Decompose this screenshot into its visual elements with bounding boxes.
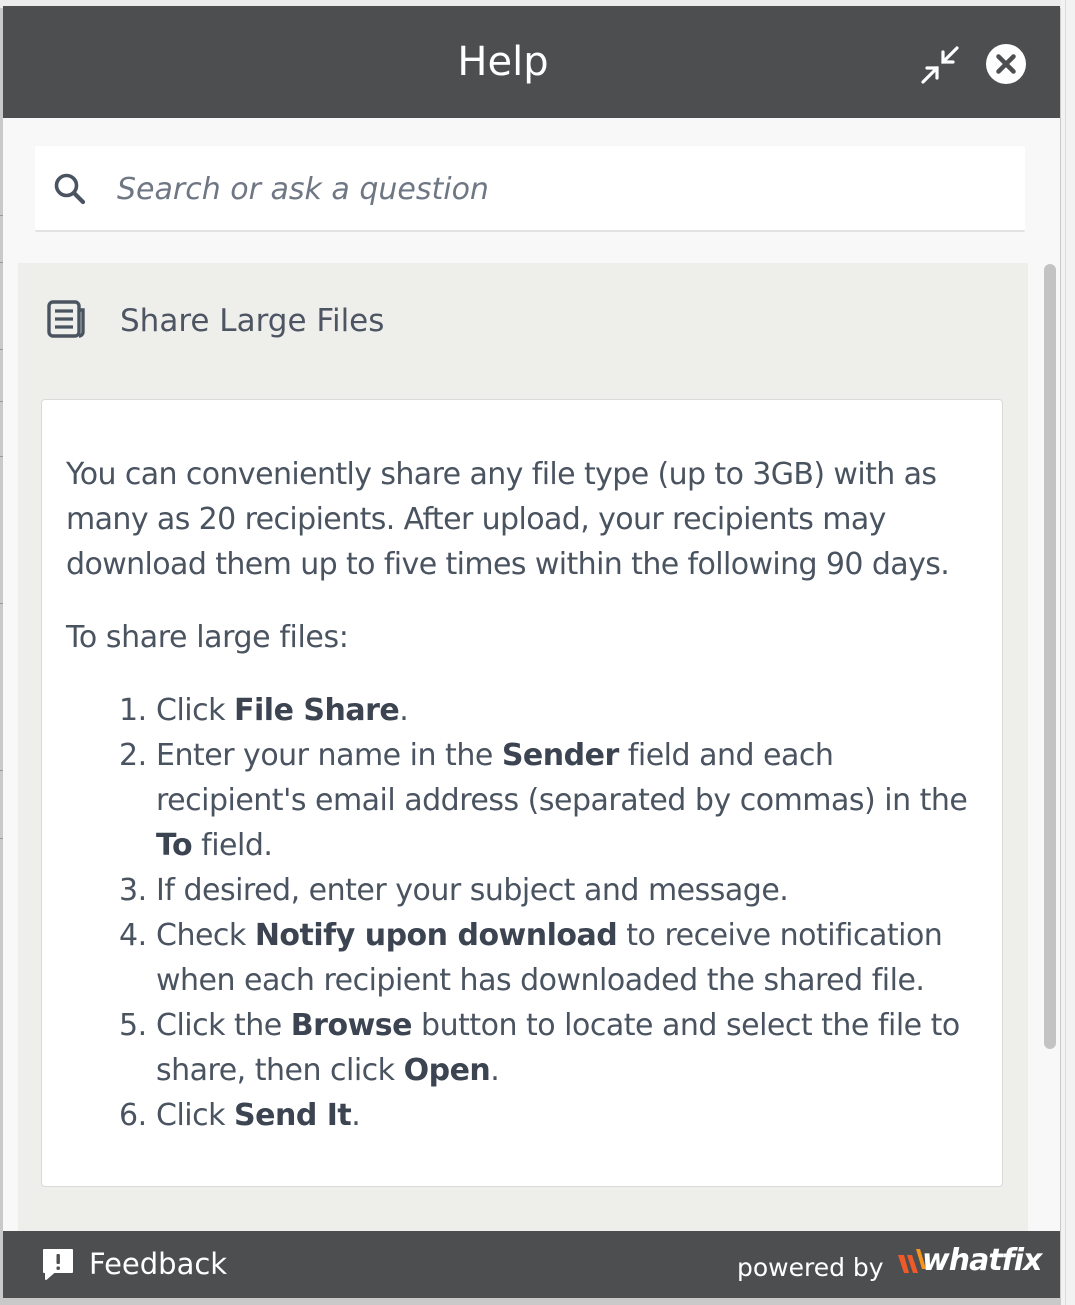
step-text: field. — [192, 828, 273, 863]
background-page-right-edge — [1061, 0, 1075, 1305]
scrollbar-thumb[interactable] — [1044, 264, 1056, 1049]
step-item: 2. Enter your name in the Sender field an… — [66, 733, 976, 868]
search-box — [35, 146, 1025, 232]
step-text: . — [351, 1098, 361, 1133]
step-item: 3. If desired, enter your subject and mes… — [66, 868, 976, 913]
feedback-label: Feedback — [89, 1247, 228, 1281]
step-text: If desired, enter your subject and messa… — [156, 873, 789, 908]
article-icon — [47, 300, 85, 338]
step-text: Click — [156, 693, 235, 728]
step-text: Enter your name in the — [156, 738, 502, 773]
step-item: 6. Click Send It. — [66, 1093, 976, 1138]
minimize-button[interactable] — [919, 44, 961, 86]
step-number: 5. — [119, 1008, 147, 1043]
step-item: 4. Check Notify upon download to receive … — [66, 913, 976, 1003]
step-emphasis: Send It — [234, 1098, 352, 1133]
article-body: You can conveniently share any file type… — [66, 452, 976, 1138]
step-emphasis: File Share — [234, 693, 400, 728]
article-heading[interactable]: Share Large Files — [46, 299, 946, 343]
article-card: You can conveniently share any file type… — [41, 399, 1003, 1187]
whatfix-wordmark: whatfix — [922, 1243, 1042, 1278]
step-number: 6. — [119, 1098, 147, 1133]
article-intro: You can conveniently share any file type… — [66, 457, 950, 582]
step-emphasis: Notify upon download — [254, 918, 618, 953]
step-text: . — [490, 1053, 500, 1088]
step-emphasis: Sender — [501, 738, 619, 773]
minimize-arrows-icon — [921, 46, 959, 84]
help-content: Share Large Files You can conveniently s… — [18, 263, 1028, 1231]
close-circle-icon — [986, 44, 1026, 84]
search-icon — [54, 173, 86, 205]
close-button[interactable] — [985, 43, 1027, 85]
step-text: Check — [156, 918, 255, 953]
step-item: 1. Click File Share. — [66, 688, 976, 733]
step-text: Click the — [156, 1008, 291, 1043]
step-emphasis: To — [156, 828, 193, 863]
help-footer: Feedback powered by whatfix — [3, 1231, 1060, 1298]
help-widget: Help Search or ask a question Share Larg… — [3, 6, 1060, 1298]
step-number: 4. — [119, 918, 147, 953]
step-emphasis: Open — [403, 1053, 491, 1088]
step-text: . — [399, 693, 409, 728]
steps-list: 1. Click File Share. 2. Enter your name in … — [66, 688, 976, 1138]
article-lead-in: To share large files: — [66, 620, 349, 655]
step-text: Click — [156, 1098, 235, 1133]
feedback-icon — [43, 1249, 73, 1280]
search-input[interactable] — [115, 164, 999, 214]
step-emphasis: Browse — [290, 1008, 413, 1043]
step-number: 2. — [119, 738, 147, 773]
whatfix-logo[interactable]: whatfix — [896, 1243, 1042, 1285]
help-header: Help — [3, 6, 1060, 118]
step-item: 5. Click the Browse button to locate and … — [66, 1003, 976, 1093]
step-number: 1. — [119, 693, 147, 728]
help-title: Help — [457, 39, 549, 85]
powered-by-text: powered by — [737, 1253, 884, 1282]
article-title: Share Large Files — [120, 303, 385, 339]
step-number: 3. — [119, 873, 147, 908]
